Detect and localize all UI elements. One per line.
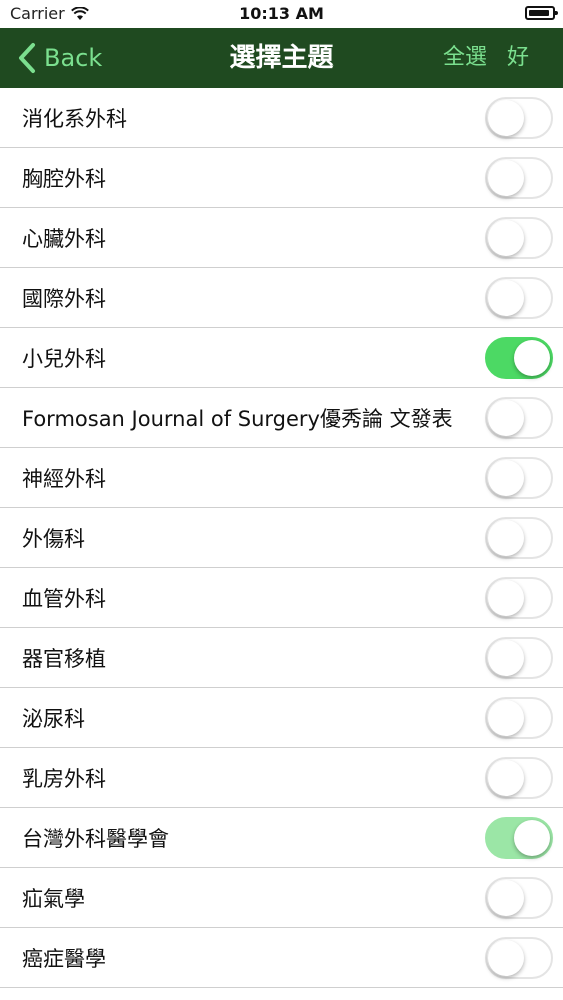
topic-row: 小兒外科 bbox=[0, 328, 563, 388]
toggle-knob bbox=[488, 159, 524, 196]
topic-label: 國際外科 bbox=[22, 286, 106, 311]
topic-label: Formosan Journal of Surgery優秀論 文發表 bbox=[22, 406, 453, 431]
topic-label: 疝氣學 bbox=[22, 886, 85, 911]
topic-row: 器官移植 bbox=[0, 628, 563, 688]
toggle-knob bbox=[488, 939, 524, 976]
topic-row: 外傷科 bbox=[0, 508, 563, 568]
topic-list: 消化系外科胸腔外科心臟外科國際外科小兒外科 Formosan Journal of… bbox=[0, 88, 563, 1000]
topic-row: 疝氣學 bbox=[0, 868, 563, 928]
topic-row: 胸腔外科 bbox=[0, 148, 563, 208]
toggle-knob bbox=[514, 339, 550, 376]
toggle-knob bbox=[488, 879, 524, 916]
topic-label: 器官移植 bbox=[22, 646, 106, 671]
toggle-knob bbox=[488, 699, 524, 736]
topic-label: 心臟外科 bbox=[22, 226, 106, 251]
toggle-knob bbox=[488, 279, 524, 316]
topic-row: 癌症醫學 bbox=[0, 928, 563, 988]
select-all-button[interactable]: 全選 bbox=[443, 40, 487, 76]
battery-icon bbox=[525, 6, 558, 20]
toggle-knob bbox=[488, 519, 524, 556]
topic-row: 神經外科 bbox=[0, 448, 563, 508]
status-time: 10:13 AM bbox=[239, 4, 324, 23]
topic-toggle[interactable] bbox=[485, 516, 553, 559]
toggle-knob bbox=[488, 459, 524, 496]
topic-row: 泌尿科 bbox=[0, 688, 563, 748]
topic-toggle[interactable] bbox=[485, 876, 553, 919]
topic-row: 消化系外科 bbox=[0, 88, 563, 148]
topic-toggle[interactable] bbox=[485, 156, 553, 199]
done-button[interactable]: 好 bbox=[507, 40, 529, 76]
topic-label: 乳房外科 bbox=[22, 766, 106, 791]
topic-toggle[interactable] bbox=[485, 696, 553, 739]
topic-toggle[interactable] bbox=[485, 576, 553, 619]
toggle-knob bbox=[488, 639, 524, 676]
topic-label: 癌症醫學 bbox=[22, 946, 106, 971]
toggle-knob bbox=[488, 99, 524, 136]
topic-row: 國際外科 bbox=[0, 268, 563, 328]
topic-label: 胸腔外科 bbox=[22, 166, 106, 191]
topic-label: 血管外科 bbox=[22, 586, 106, 611]
topic-toggle[interactable] bbox=[485, 816, 553, 859]
status-bar: Carrier 10:13 AM bbox=[0, 0, 563, 28]
topic-label: 外傷科 bbox=[22, 526, 85, 551]
toggle-knob bbox=[488, 759, 524, 796]
topic-toggle[interactable] bbox=[485, 276, 553, 319]
topic-row: 乳房外科 bbox=[0, 748, 563, 808]
topic-toggle[interactable] bbox=[485, 636, 553, 679]
toggle-knob bbox=[488, 579, 524, 616]
topic-toggle[interactable] bbox=[485, 396, 553, 439]
navigation-bar: Back 選擇主題 全選 好 bbox=[0, 28, 563, 88]
topic-row: 台灣外科醫學會 bbox=[0, 808, 563, 868]
topic-label: 小兒外科 bbox=[22, 346, 106, 371]
topic-toggle[interactable] bbox=[485, 936, 553, 979]
topic-label: 泌尿科 bbox=[22, 706, 85, 731]
topic-label: 神經外科 bbox=[22, 466, 106, 491]
toggle-knob bbox=[488, 399, 524, 436]
topic-toggle[interactable] bbox=[485, 336, 553, 379]
topic-label: 消化系外科 bbox=[22, 106, 127, 131]
toggle-knob bbox=[514, 819, 550, 856]
topic-row: 心臟外科 bbox=[0, 208, 563, 268]
toggle-knob bbox=[488, 219, 524, 256]
topic-toggle[interactable] bbox=[485, 96, 553, 139]
topic-toggle[interactable] bbox=[485, 216, 553, 259]
topic-toggle[interactable] bbox=[485, 456, 553, 499]
topic-row: Formosan Journal of Surgery優秀論 文發表 bbox=[0, 388, 563, 448]
topic-row: 血管外科 bbox=[0, 568, 563, 628]
topic-label: 台灣外科醫學會 bbox=[22, 826, 169, 851]
topic-toggle[interactable] bbox=[485, 756, 553, 799]
